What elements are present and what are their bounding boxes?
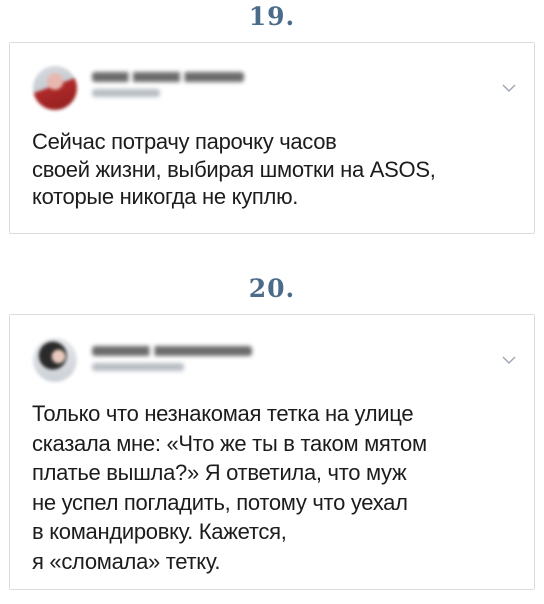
- tweet-line: сказала мне: «Что же ты в таком мятом: [32, 430, 427, 456]
- account-handle-redacted[interactable]: [92, 363, 184, 371]
- user-avatar-icon[interactable]: [33, 66, 77, 110]
- item-number: 20.: [248, 274, 296, 303]
- tweet-text: Только что незнакомая тетка на улице ска…: [32, 399, 514, 576]
- tweet-card[interactable]: Сейчас потрачу парочку часов своей жизни…: [9, 42, 535, 234]
- chevron-down-icon[interactable]: [502, 355, 516, 365]
- tweet-line: Сейчас потрачу парочку часов: [32, 129, 337, 154]
- item-number: 19.: [248, 2, 296, 31]
- tweet-line: в командировку. Кажется,: [32, 519, 287, 544]
- account-handle-redacted[interactable]: [92, 89, 160, 97]
- tweet-line: я «сломала» тетку.: [32, 548, 221, 574]
- account-name-redacted[interactable]: [92, 346, 252, 356]
- tweet-line: платье вышла?» Я ответила, что муж: [32, 460, 407, 485]
- tweet-text: Сейчас потрачу парочку часов своей жизни…: [32, 128, 514, 211]
- tweet-line: не успел погладить, потому что уехал: [32, 489, 408, 515]
- account-name-redacted[interactable]: [92, 72, 244, 82]
- user-avatar-icon[interactable]: [33, 338, 77, 382]
- tweet-line: Только что незнакомая тетка на улице: [32, 401, 414, 426]
- tweet-line: своей жизни, выбирая шмотки на ASOS,: [32, 156, 436, 182]
- tweet-card[interactable]: Только что незнакомая тетка на улице ска…: [9, 314, 535, 590]
- chevron-down-icon[interactable]: [502, 83, 516, 93]
- tweet-line: которые никогда не куплю.: [32, 184, 299, 209]
